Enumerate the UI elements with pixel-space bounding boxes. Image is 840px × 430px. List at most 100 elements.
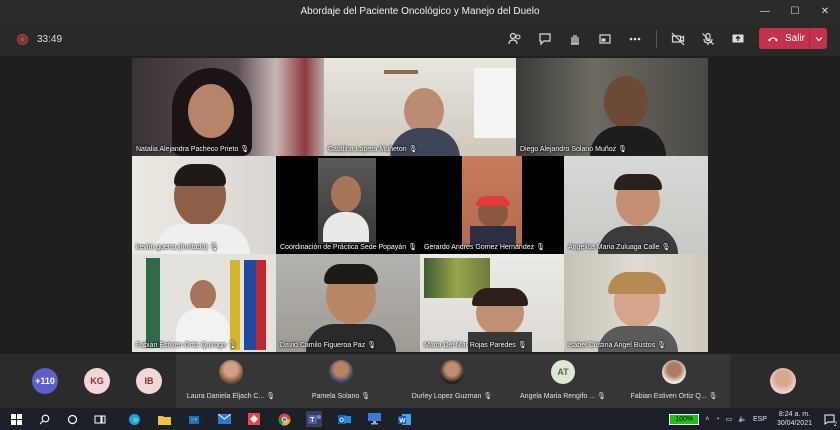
avatar[interactable]: IB [136, 368, 162, 394]
search-button[interactable] [36, 411, 52, 427]
video-tile[interactable]: kevim guerra (Invitado) 🎙 [132, 156, 276, 254]
battery-indicator[interactable]: 100% [669, 413, 700, 425]
mic-off-icon: 🎙 [657, 342, 667, 349]
chrome-icon [278, 413, 290, 426]
leave-button[interactable]: Salir [759, 28, 827, 49]
mic-off-icon: 🎙 [361, 393, 371, 400]
roster-name: Durley Lopez Guzman 🎙 [411, 393, 493, 400]
window-title: Abordaje del Paciente Oncológico y Manej… [300, 5, 540, 17]
share-screen-icon [732, 34, 744, 43]
chat-icon [539, 33, 551, 46]
participant-video [604, 76, 648, 128]
camera-off-icon [671, 32, 685, 46]
more-actions-button[interactable] [620, 22, 650, 56]
wifi-icon[interactable]: ◔ [715, 416, 719, 423]
svg-text:O: O [339, 418, 344, 424]
video-tile[interactable]: Gerardo Andres Gomez Hernandez 🎙 [420, 156, 564, 254]
maximize-button[interactable]: ☐ [780, 0, 810, 22]
close-button[interactable]: ✕ [810, 0, 840, 22]
mic-off-icon: 🎙 [227, 342, 237, 349]
avatar[interactable] [770, 368, 796, 394]
avatar[interactable]: KG [84, 368, 110, 394]
roster-participant[interactable]: Pamela Solano 🎙 [286, 354, 396, 408]
participant-name: Angelica Maria Zuluaga Calle 🎙 [568, 244, 671, 251]
video-tile[interactable]: Catalina Lopera Muñeton 🎙 [324, 58, 516, 156]
cortana-icon [67, 414, 77, 424]
task-view-icon [94, 415, 106, 423]
outlook-app[interactable]: O [336, 411, 352, 427]
video-tile[interactable]: Diego Alejandro Solano Muñoz 🎙 [516, 58, 708, 156]
mic-toggle-button[interactable] [693, 22, 723, 56]
avatar [219, 360, 243, 384]
system-tray: 100% ˄ ◔ ▭ 🔈 ESP 8:24 a. m. 30/04/2021 2 [669, 408, 840, 430]
mic-off-icon: 🎙 [618, 146, 628, 153]
folder-icon [157, 415, 171, 425]
video-tile[interactable]: Isabel Cristina Angel Bustos 🎙 [564, 254, 708, 352]
language-indicator[interactable]: ESP [753, 416, 767, 423]
recording-indicator-icon [18, 34, 27, 44]
rooms-button[interactable] [590, 22, 620, 56]
chrome-app[interactable] [276, 411, 292, 427]
video-tile[interactable]: Angelica Maria Zuluaga Calle 🎙 [564, 156, 708, 254]
people-icon [508, 32, 521, 45]
participant-name: kevim guerra (Invitado) 🎙 [136, 244, 219, 251]
participant-name: Gerardo Andres Gomez Hernandez 🎙 [424, 244, 546, 251]
video-stage: Natalia Alejandra Pacheco Prieto 🎙 Catali… [0, 56, 840, 354]
anydesk-app[interactable] [246, 411, 262, 427]
participants-button[interactable] [500, 22, 530, 56]
notifications-button[interactable]: 2 [818, 408, 840, 430]
roster-name: Pamela Solano 🎙 [311, 393, 371, 400]
mic-off-icon: 🎙 [408, 146, 418, 153]
file-explorer-app[interactable] [156, 411, 172, 427]
roster-participant[interactable]: Durley Lopez Guzman 🎙 [396, 354, 508, 408]
windows-taskbar: T O W 100% ˄ ◔ ▭ 🔈 ESP 8:24 a. m. 30/04/… [0, 408, 840, 430]
notification-count: 2 [833, 422, 837, 428]
participant-name: Isabel Cristina Angel Bustos 🎙 [568, 342, 667, 349]
avatar [329, 360, 353, 384]
roster-participant[interactable]: AT Angela Maria Rengifo ... 🎙 [508, 354, 618, 408]
cortana-button[interactable] [64, 411, 80, 427]
video-tile[interactable]: Natalia Alejandra Pacheco Prieto 🎙 [132, 58, 324, 156]
participant-name: David Camilo Figueroa Paz 🎙 [280, 342, 377, 349]
task-view-button[interactable] [92, 411, 108, 427]
share-button[interactable] [723, 22, 753, 56]
mic-off-icon: 🎙 [597, 393, 606, 400]
overflow-count-badge[interactable]: +110 [32, 368, 58, 394]
reactions-button[interactable] [560, 22, 590, 56]
store-icon [189, 416, 199, 424]
volume-icon[interactable]: 🔈 [738, 415, 747, 423]
ellipsis-icon [629, 37, 641, 41]
roster-participant[interactable]: Laura Daniela Eljach C... 🎙 [176, 354, 286, 408]
svg-text:T: T [310, 417, 315, 424]
video-tile[interactable]: Coordinación de Práctica Sede Popayán 🎙 [276, 156, 420, 254]
mic-off-icon: 🎙 [661, 244, 671, 251]
roster-name: Angela Maria Rengifo ... 🎙 [520, 393, 606, 400]
mail-app[interactable] [216, 411, 232, 427]
title-bar: Abordaje del Paciente Oncológico y Manej… [0, 0, 840, 22]
avatar: AT [551, 360, 575, 384]
video-tile[interactable]: Fabián Estiven Ortiz Quiroga 🎙 [132, 254, 276, 352]
participant-video [190, 280, 216, 310]
edge-app[interactable] [126, 411, 142, 427]
mic-off-icon [702, 32, 714, 45]
leave-dropdown[interactable] [809, 28, 827, 49]
remote-desktop-app[interactable] [366, 411, 382, 427]
chevron-up-icon[interactable]: ˄ [705, 416, 709, 423]
teams-app[interactable]: T [306, 411, 322, 427]
hand-icon [571, 35, 579, 45]
minimize-button[interactable]: — [750, 0, 780, 22]
chat-button[interactable] [530, 22, 560, 56]
battery-icon[interactable]: ▭ [726, 415, 733, 423]
roster-participant[interactable]: Fabian Estiven Ortiz Q... 🎙 [618, 354, 730, 408]
participant-name: Catalina Lopera Muñeton 🎙 [328, 146, 418, 153]
roster-name: Laura Daniela Eljach C... 🎙 [186, 393, 276, 400]
camera-toggle-button[interactable] [663, 22, 693, 56]
video-tile[interactable]: David Camilo Figueroa Paz 🎙 [276, 254, 420, 352]
start-button[interactable] [8, 411, 24, 427]
word-app[interactable]: W [396, 411, 412, 427]
clock[interactable]: 8:24 a. m. 30/04/2021 [777, 410, 812, 428]
video-tile[interactable]: Maria Del Mar Rojas Paredes 🎙 [420, 254, 564, 352]
mic-off-icon: 🎙 [209, 244, 219, 251]
store-app[interactable] [186, 411, 202, 427]
participant-roster: +110 KG IB Laura Daniela Eljach C... 🎙 P… [0, 354, 840, 408]
